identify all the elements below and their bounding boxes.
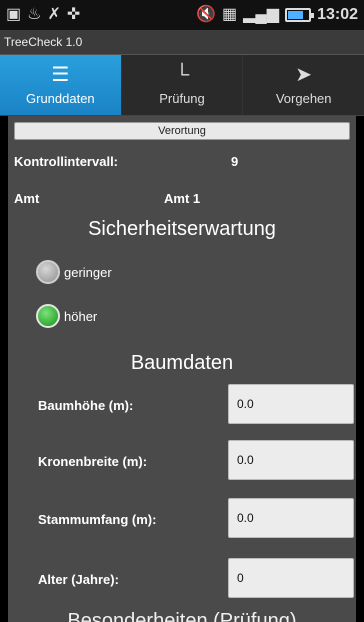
tab-label: Vorgehen	[275, 90, 332, 106]
baumhoehe-label: Baumhöhe (m):	[38, 398, 134, 413]
tag-icon: ➤	[295, 63, 313, 86]
battery-icon	[285, 8, 315, 22]
signal-icon: ▂▄▆	[243, 6, 280, 23]
radio-button-checked[interactable]	[36, 304, 60, 328]
alter-label: Alter (Jahre):	[38, 572, 119, 587]
kontrollintervall-value: 9	[231, 154, 239, 169]
main-content[interactable]: Verortung Kontrollintervall: 9 Amt Amt 1…	[8, 116, 356, 622]
list-icon: ☰	[51, 63, 70, 86]
battery-fill	[288, 11, 304, 19]
amt-value: Amt 1	[164, 191, 201, 206]
radio-label: geringer	[64, 264, 112, 280]
mute-icon: 🔇	[196, 6, 216, 23]
besonderheiten-heading: Besonderheiten (Prüfung)	[67, 610, 297, 622]
app-title: TreeCheck 1.0	[0, 30, 364, 55]
baumdaten-heading: Baumdaten	[130, 352, 234, 374]
tab-pruefung[interactable]: └ Prüfung	[122, 55, 244, 115]
status-left-icons: ▣ ♨ ✗ ✜	[6, 7, 80, 23]
sicherheitserwartung-heading: Sicherheitserwartung	[88, 218, 276, 240]
kontrollintervall-label: Kontrollintervall:	[14, 154, 119, 169]
radio-geringer[interactable]: geringer	[36, 260, 112, 284]
radio-hoeher[interactable]: höher	[36, 304, 97, 328]
usb-icon: ✜	[66, 6, 81, 23]
ruler-icon: └	[174, 63, 190, 86]
alter-input[interactable]: 0	[228, 558, 354, 598]
tab-grunddaten[interactable]: ☰ Grunddaten	[0, 55, 122, 115]
verortung-button[interactable]: Verortung	[14, 122, 350, 140]
tab-label: Prüfung	[159, 90, 205, 106]
status-right-icons: 🔇 ▦ ▂▄▆ 13:02	[196, 6, 358, 24]
amt-label: Amt	[14, 191, 40, 206]
sd-card-icon: ▦	[222, 6, 238, 23]
baumhoehe-input[interactable]: 0.0	[228, 384, 354, 424]
stammumfang-input[interactable]: 0.0	[228, 498, 354, 538]
stammumfang-label: Stammumfang (m):	[38, 512, 157, 527]
kronenbreite-input[interactable]: 0.0	[228, 440, 354, 480]
missed-call-icon: ✗	[47, 6, 61, 23]
radio-button-unchecked[interactable]	[36, 260, 60, 284]
radio-label: höher	[64, 308, 98, 324]
status-time: 13:02	[317, 6, 358, 23]
tab-vorgehen[interactable]: ➤ Vorgehen	[243, 55, 364, 115]
tab-bar: ☰ Grunddaten └ Prüfung ➤ Vorgehen	[0, 55, 364, 116]
fire-icon: ♨	[27, 6, 42, 23]
status-bar: ▣ ♨ ✗ ✜ 🔇 ▦ ▂▄▆ 13:02	[0, 0, 364, 30]
kronenbreite-label: Kronenbreite (m):	[38, 454, 148, 469]
notification-icon: ▣	[6, 6, 22, 23]
tab-label: Grunddaten	[26, 90, 95, 106]
